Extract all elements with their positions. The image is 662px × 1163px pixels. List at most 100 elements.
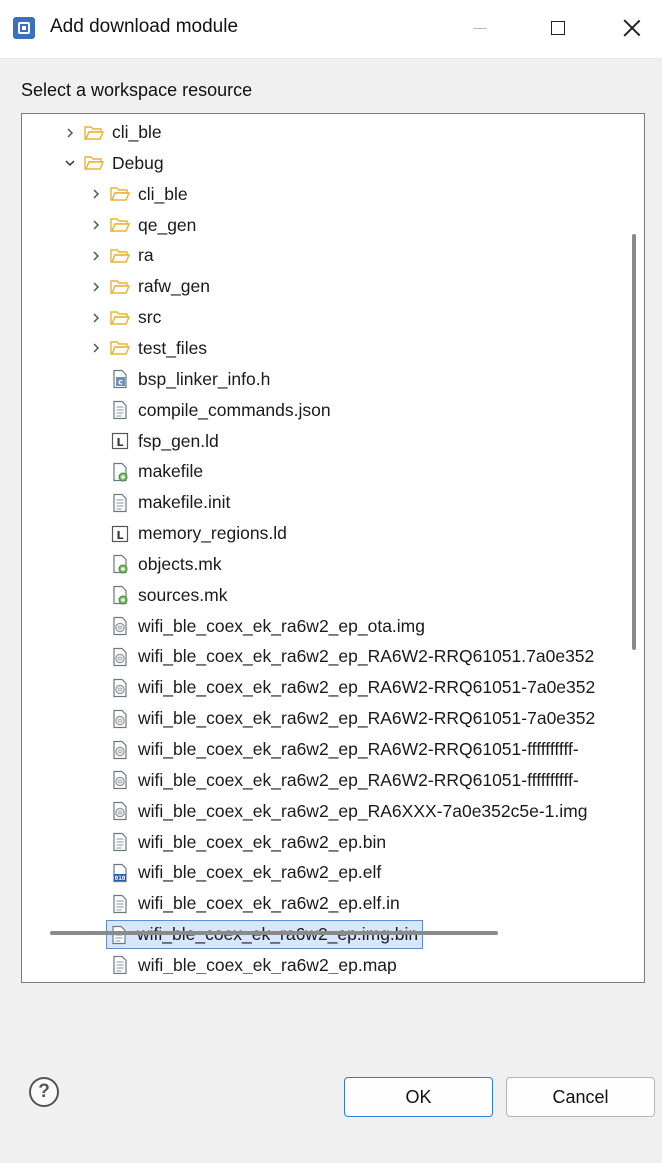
folder-open-icon: [84, 125, 104, 140]
tree-item-label: wifi_ble_coex_ek_ra6w2_ep_RA6W2-RRQ61051…: [138, 677, 596, 698]
horizontal-scrollbar-thumb[interactable]: [50, 931, 498, 935]
tree-item-label: ra: [138, 245, 154, 266]
tree-row[interactable]: wifi_ble_coex_ek_ra6w2_ep_RA6XXX-7a0e352…: [22, 796, 626, 827]
tree-row[interactable]: Lfsp_gen.ld: [22, 426, 626, 457]
tree-row[interactable]: wifi_ble_coex_ek_ra6w2_ep_RA6W2-RRQ61051…: [22, 641, 626, 672]
tree-item[interactable]: Lfsp_gen.ld: [110, 428, 219, 455]
tree-row[interactable]: cli_ble: [22, 117, 626, 148]
workspace-resource-tree[interactable]: cli_ble Debug cli_ble qe_genra rafw_gensrc te…: [21, 113, 645, 983]
tree-item[interactable]: test_files: [110, 335, 207, 362]
tree-row[interactable]: src: [22, 302, 626, 333]
tree-item[interactable]: makefile.init: [110, 489, 230, 516]
tree-item[interactable]: src: [110, 304, 161, 331]
tree-row[interactable]: sources.mk: [22, 580, 626, 611]
image-file-icon: [113, 740, 127, 759]
horizontal-scrollbar[interactable]: [22, 974, 644, 982]
tree-row[interactable]: objects.mk: [22, 549, 626, 580]
tree-row[interactable]: Debug: [22, 148, 626, 179]
help-icon: ?: [38, 1081, 50, 1102]
chevron-right-icon[interactable]: [88, 340, 104, 356]
tree-row[interactable]: wifi_ble_coex_ek_ra6w2_ep_RA6W2-RRQ61051…: [22, 672, 626, 703]
make-file-icon: [113, 555, 128, 574]
tree-row[interactable]: wifi_ble_coex_ek_ra6w2_ep.bin: [22, 827, 626, 858]
tree-row[interactable]: wifi_ble_coex_ek_ra6w2_ep_RA6W2-RRQ61051…: [22, 765, 626, 796]
vertical-scrollbar-thumb[interactable]: [632, 234, 636, 650]
tree-row[interactable]: test_files: [22, 333, 626, 364]
folder-open-icon: [84, 156, 104, 171]
tree-item-label: wifi_ble_coex_ek_ra6w2_ep_RA6XXX-7a0e352…: [138, 800, 588, 821]
tree-item[interactable]: ra: [110, 242, 154, 269]
tree-item[interactable]: wifi_ble_coex_ek_ra6w2_ep_RA6W2-RRQ61051…: [110, 643, 594, 670]
tree-row[interactable]: wifi_ble_coex_ek_ra6w2_ep_RA6W2-RRQ61051…: [22, 703, 626, 734]
tree-row[interactable]: ra: [22, 240, 626, 271]
maximize-icon: [551, 21, 565, 35]
chevron-right-icon[interactable]: [88, 279, 104, 295]
tree-item-label: test_files: [138, 337, 208, 358]
vertical-scrollbar[interactable]: [626, 114, 644, 982]
tree-item[interactable]: objects.mk: [110, 551, 222, 578]
tree-row[interactable]: 010 wifi_ble_coex_ek_ra6w2_ep.elf: [22, 857, 626, 888]
tree-row[interactable]: wifi_ble_coex_ek_ra6w2_ep_RA6W2-RRQ61051…: [22, 734, 626, 765]
chevron-right-icon[interactable]: [88, 186, 104, 202]
tree-item-label: wifi_ble_coex_ek_ra6w2_ep.map: [138, 954, 397, 975]
ok-button[interactable]: OK: [344, 1077, 493, 1117]
tree-item-label: makefile.init: [138, 492, 231, 513]
tree-row[interactable]: makefile: [22, 456, 626, 487]
tree-item[interactable]: wifi_ble_coex_ek_ra6w2_ep_RA6XXX-7a0e352…: [110, 798, 587, 825]
tree-item[interactable]: cli_ble: [84, 119, 162, 146]
title-bar: Add download module: [0, 0, 662, 59]
chevron-right-icon[interactable]: [88, 248, 104, 264]
tree-item[interactable]: rafw_gen: [110, 273, 210, 300]
tree-item[interactable]: wifi_ble_coex_ek_ra6w2_ep.elf.in: [110, 890, 400, 917]
help-button[interactable]: ?: [29, 1077, 59, 1107]
tree-item[interactable]: cli_ble: [110, 181, 188, 208]
tree-row[interactable]: wifi_ble_coex_ek_ra6w2_ep.elf.in: [22, 888, 626, 919]
tree-item[interactable]: c bsp_linker_info.h: [110, 366, 270, 393]
tree-row[interactable]: rafw_gen: [22, 271, 626, 302]
tree-item[interactable]: wifi_ble_coex_ek_ra6w2_ep_RA6W2-RRQ61051…: [110, 736, 579, 763]
chevron-right-icon[interactable]: [88, 310, 104, 326]
tree-item[interactable]: 010 wifi_ble_coex_ek_ra6w2_ep.elf: [110, 859, 381, 886]
tree-item[interactable]: compile_commands.json: [110, 397, 331, 424]
tree-row[interactable]: wifi_ble_coex_ek_ra6w2_ep_ota.img: [22, 611, 626, 642]
tree-item-label: wifi_ble_coex_ek_ra6w2_ep.elf: [138, 862, 382, 883]
svg-text:L: L: [116, 436, 123, 449]
close-button[interactable]: [614, 12, 650, 44]
tree-item[interactable]: wifi_ble_coex_ek_ra6w2_ep_ota.img: [110, 613, 425, 640]
tree-row[interactable]: Lmemory_regions.ld: [22, 518, 626, 549]
chevron-down-icon[interactable]: [62, 155, 78, 171]
folder-open-icon: [110, 249, 130, 263]
tree-item[interactable]: sources.mk: [110, 582, 227, 609]
tree-row[interactable]: c bsp_linker_info.h: [22, 364, 626, 395]
chevron-right-icon[interactable]: [62, 125, 78, 141]
linker-file-icon: L: [111, 432, 129, 450]
tree-item-label: bsp_linker_info.h: [138, 368, 271, 389]
tree-row[interactable]: compile_commands.json: [22, 395, 626, 426]
tree-item[interactable]: wifi_ble_coex_ek_ra6w2_ep_RA6W2-RRQ61051…: [110, 767, 579, 794]
tree-item[interactable]: wifi_ble_coex_ek_ra6w2_ep.bin: [110, 829, 386, 856]
tree-item[interactable]: makefile: [110, 458, 203, 485]
tree-row[interactable]: qe_gen: [22, 210, 626, 241]
chevron-right-icon[interactable]: [88, 217, 104, 233]
minimize-button[interactable]: [462, 12, 498, 44]
tree-item[interactable]: qe_gen: [110, 212, 196, 239]
tree-row[interactable]: cli_ble: [22, 179, 626, 210]
tree-item[interactable]: Debug: [84, 150, 164, 177]
tree-item-label: src: [138, 307, 162, 328]
maximize-button[interactable]: [540, 12, 576, 44]
cancel-button[interactable]: Cancel: [506, 1077, 655, 1117]
tree-row[interactable]: makefile.init: [22, 487, 626, 518]
tree-item[interactable]: wifi_ble_coex_ek_ra6w2_ep_RA6W2-RRQ61051…: [110, 705, 595, 732]
tree-item-label: wifi_ble_coex_ek_ra6w2_ep.bin: [138, 831, 387, 852]
image-file-icon: [113, 771, 127, 790]
text-file-icon: [113, 832, 127, 852]
tree-item[interactable]: Lmemory_regions.ld: [110, 520, 287, 547]
tree-item[interactable]: wifi_ble_coex_ek_ra6w2_ep_RA6W2-RRQ61051…: [110, 674, 595, 701]
